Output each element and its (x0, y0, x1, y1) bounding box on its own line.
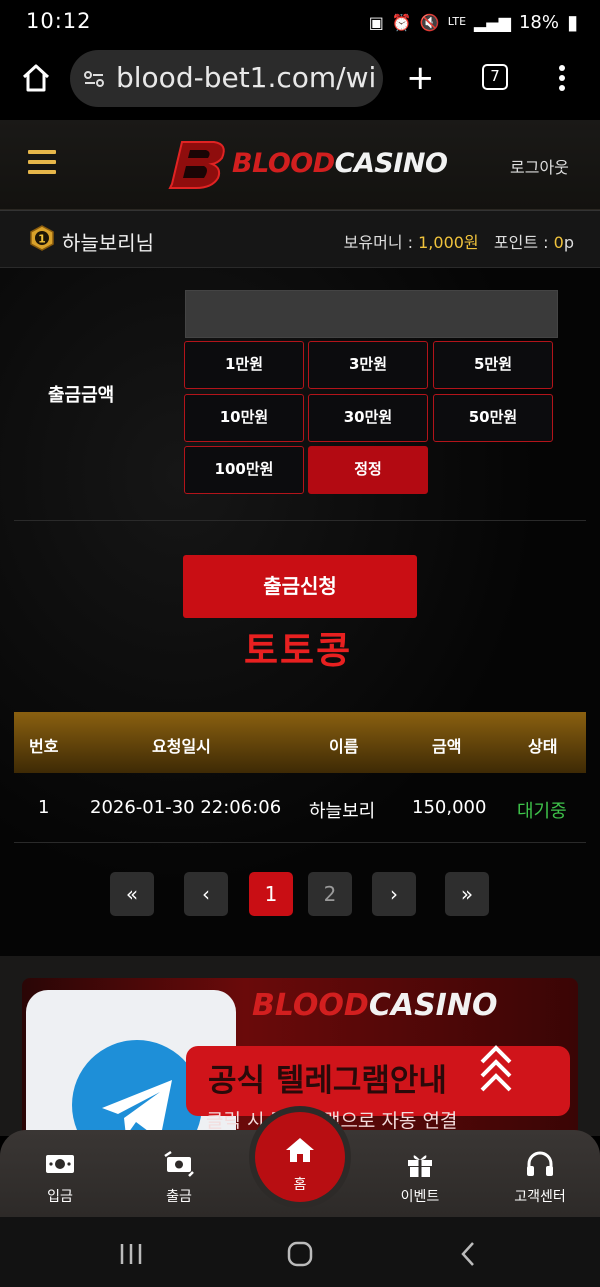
logout-link[interactable]: 로그아웃 (510, 154, 569, 178)
more-menu-icon[interactable] (558, 64, 566, 92)
point-label: 포인트 : (493, 233, 554, 252)
column-header-name: 이름 (329, 737, 359, 756)
amount-3man-button[interactable]: 3만원 (308, 341, 428, 389)
row-amount: 150,000 (412, 797, 487, 818)
site-logo[interactable]: BLOODCASINO (232, 148, 448, 179)
point-value: 0 (553, 233, 564, 252)
divider (14, 520, 586, 521)
withdraw-submit-button[interactable]: 출금신청 (183, 555, 417, 618)
next-page-button[interactable]: › (372, 872, 416, 916)
banner-logo: BLOODCASINO (252, 988, 498, 1023)
lock-icon: ▣ (368, 12, 384, 32)
column-header-status: 상태 (528, 737, 558, 756)
url-bar[interactable]: blood-bet1.com/wi (70, 50, 383, 107)
column-header-datetime: 요청일시 (152, 737, 211, 756)
deposit-icon[interactable] (44, 1150, 76, 1178)
amount-30man-button[interactable]: 30만원 (308, 394, 428, 442)
back-icon[interactable] (458, 1241, 478, 1267)
signal-icon: ▂▄▆ (474, 12, 511, 32)
nav-support[interactable]: 고객센터 (500, 1186, 580, 1206)
battery-icon: ▮ (566, 10, 578, 34)
recent-apps-icon[interactable] (118, 1242, 144, 1266)
banner-title: 공식 텔레그램안내 (208, 1063, 447, 1099)
withdraw-amount-input[interactable] (185, 290, 558, 338)
mute-icon: 🔇 (419, 12, 440, 32)
withdraw-icon[interactable] (163, 1150, 195, 1178)
amount-5man-button[interactable]: 5만원 (433, 341, 553, 389)
home-icon[interactable] (284, 1136, 316, 1164)
watermark-text: 토토콩 (244, 629, 353, 672)
prev-page-button[interactable]: ‹ (184, 872, 228, 916)
battery-level: 18% (518, 11, 559, 33)
money-label: 보유머니 : (343, 233, 419, 252)
status-icons: ▣ ⏰ 🔇 LTE ▂▄▆ 18% ▮ (369, 10, 578, 34)
history-table-header (14, 712, 586, 773)
nav-deposit[interactable]: 입금 (20, 1186, 100, 1206)
column-header-number: 번호 (29, 737, 59, 756)
site-settings-icon[interactable] (82, 67, 106, 91)
amount-50man-button[interactable]: 50만원 (433, 394, 553, 442)
level-badge-icon: 1 (30, 225, 54, 251)
username: 하늘보리님 (62, 231, 154, 255)
status-time: 10:12 (26, 9, 92, 33)
row-number: 1 (38, 797, 50, 818)
headset-icon[interactable] (524, 1150, 556, 1178)
browser-home-icon[interactable] (20, 62, 52, 94)
scroll-top-icon[interactable] (478, 1044, 514, 1092)
point-unit: p (563, 233, 574, 252)
amount-1man-button[interactable]: 1만원 (184, 341, 304, 389)
nav-event[interactable]: 이벤트 (380, 1186, 460, 1206)
new-tab-icon[interactable]: + (406, 61, 435, 95)
amount-100man-button[interactable]: 100만원 (184, 446, 304, 494)
alarm-icon: ⏰ (391, 12, 412, 32)
last-page-button[interactable]: » (445, 872, 489, 916)
system-home-icon[interactable] (287, 1241, 313, 1267)
svg-text:1: 1 (38, 233, 46, 246)
nav-home[interactable]: 홈 (260, 1174, 340, 1194)
tab-switcher-button[interactable]: 7 (482, 64, 508, 90)
network-type: LTE (447, 15, 467, 28)
column-header-amount: 금액 (432, 737, 462, 756)
row-name: 하늘보리 (309, 801, 376, 822)
page-1-button[interactable]: 1 (249, 872, 293, 916)
withdraw-amount-label: 출금금액 (48, 385, 115, 406)
money-value: 1,000원 (418, 233, 479, 252)
url-text[interactable]: blood-bet1.com/wi (116, 61, 376, 94)
hamburger-menu-icon[interactable] (28, 150, 56, 176)
amount-10man-button[interactable]: 10만원 (184, 394, 304, 442)
first-page-button[interactable]: « (110, 872, 154, 916)
balance-info: 보유머니 : 1,000원 포인트 : 0p (344, 229, 574, 253)
page-2-button[interactable]: 2 (308, 872, 352, 916)
row-datetime: 2026-01-30 22:06:06 (90, 797, 282, 818)
row-divider (14, 842, 586, 843)
reset-amount-button[interactable]: 정정 (308, 446, 428, 494)
nav-withdraw[interactable]: 출금 (139, 1186, 219, 1206)
row-status-badge: 대기중 (517, 801, 567, 822)
gift-icon[interactable] (404, 1150, 436, 1178)
